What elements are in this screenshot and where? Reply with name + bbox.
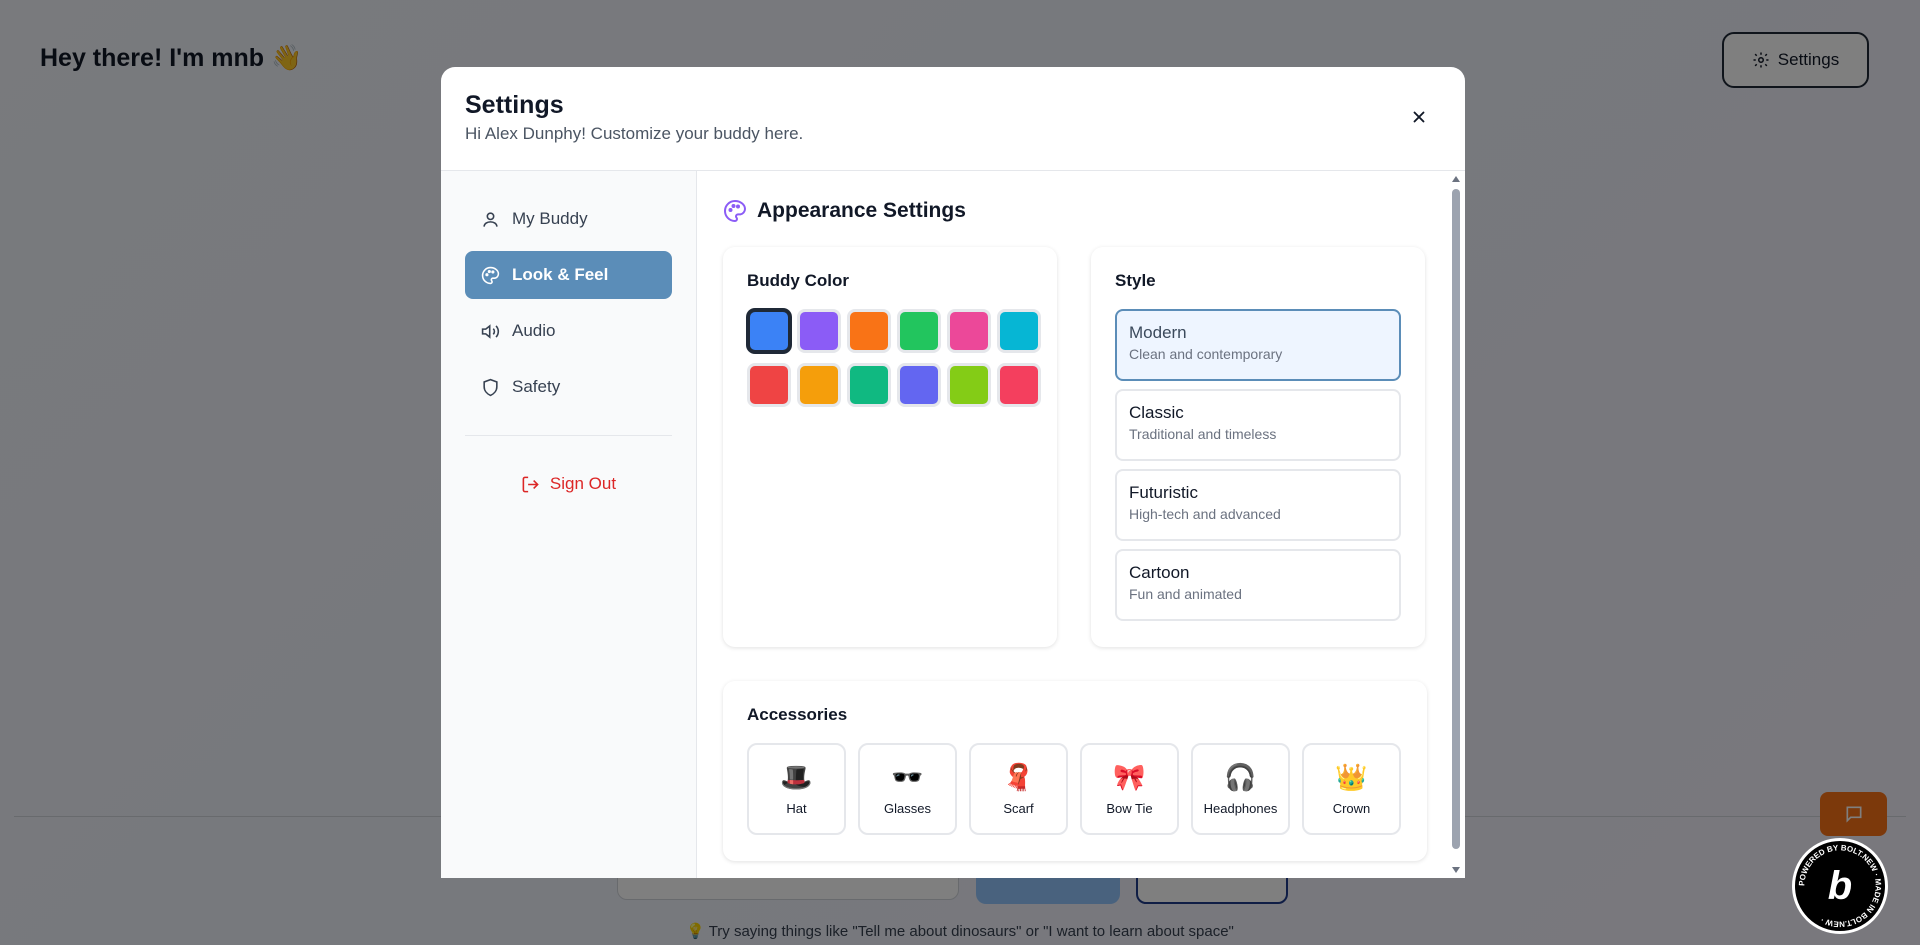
scroll-down-arrow[interactable] — [1452, 867, 1460, 873]
settings-modal: Settings Hi Alex Dunphy! Customize your … — [441, 67, 1465, 878]
color-swatch[interactable] — [847, 309, 891, 353]
color-swatch[interactable] — [947, 363, 991, 407]
accessory-hat[interactable]: 🎩 Hat — [747, 743, 846, 835]
cards-row: Buddy Color Style Modern Clean and conte… — [723, 247, 1425, 647]
color-swatch[interactable] — [797, 309, 841, 353]
modal-body: My Buddy Look & Feel Audio Safety Sign O… — [441, 171, 1465, 878]
style-option-modern[interactable]: Modern Clean and contemporary — [1115, 309, 1401, 381]
appearance-panel: Appearance Settings Buddy Color Style Mo… — [697, 171, 1465, 878]
style-option-name: Cartoon — [1129, 563, 1190, 582]
style-title: Style — [1115, 271, 1156, 290]
accessories-row: 🎩 Hat 🕶️ Glasses 🧣 Scarf 🎀 Bow Tie 🎧 Hea… — [747, 743, 1403, 835]
buddy-color-title: Buddy Color — [747, 271, 849, 290]
modal-title: Settings — [465, 91, 564, 119]
accessory-label: Crown — [1332, 800, 1371, 816]
accessory-crown[interactable]: 👑 Crown — [1302, 743, 1401, 835]
sidebar-item-look-feel[interactable]: Look & Feel — [465, 251, 672, 299]
color-swatch[interactable] — [847, 363, 891, 407]
buddy-color-card: Buddy Color — [723, 247, 1057, 647]
accessory-label: Glasses — [884, 800, 931, 816]
style-option-classic[interactable]: Classic Traditional and timeless — [1115, 389, 1401, 461]
style-option-cartoon[interactable]: Cartoon Fun and animated — [1115, 549, 1401, 621]
modal-subtitle: Hi Alex Dunphy! Customize your buddy her… — [465, 124, 804, 143]
close-icon — [1413, 111, 1425, 123]
accessory-label: Hat — [786, 800, 807, 816]
palette-icon — [724, 199, 747, 223]
close-button[interactable] — [1405, 103, 1433, 131]
accessory-scarf[interactable]: 🧣 Scarf — [969, 743, 1068, 835]
accessory-glasses[interactable]: 🕶️ Glasses — [858, 743, 957, 835]
style-option-name: Futuristic — [1129, 483, 1198, 502]
settings-sidebar: My Buddy Look & Feel Audio Safety Sign O… — [441, 171, 697, 878]
color-swatch[interactable] — [747, 309, 791, 353]
svg-text:POWERED BY BOLT.NEW · MADE IN: POWERED BY BOLT.NEW · MADE IN BOLT.NEW · — [1797, 843, 1882, 928]
color-swatch[interactable] — [947, 309, 991, 353]
ribbon-icon: 🎀 — [1113, 762, 1146, 793]
color-swatch[interactable] — [747, 363, 791, 407]
sidebar-item-label: My Buddy — [512, 209, 588, 228]
color-swatch[interactable] — [997, 309, 1041, 353]
sidebar-divider — [465, 435, 672, 436]
style-option-desc: Traditional and timeless — [1129, 426, 1277, 442]
style-option-name: Modern — [1129, 323, 1187, 342]
content-scrollbar[interactable] — [1449, 171, 1463, 878]
palette-icon — [481, 266, 500, 284]
sidebar-item-label: Safety — [512, 377, 561, 396]
style-option-desc: High-tech and advanced — [1129, 506, 1281, 522]
crown-icon: 👑 — [1335, 762, 1368, 793]
headphones-icon: 🎧 — [1224, 762, 1257, 793]
user-icon — [483, 211, 498, 227]
accessory-label: Headphones — [1203, 800, 1278, 816]
accessory-bow-tie[interactable]: 🎀 Bow Tie — [1080, 743, 1179, 835]
color-swatches — [747, 309, 1041, 407]
section-header: Appearance Settings — [723, 195, 1425, 227]
bolt-badge[interactable]: POWERED BY BOLT.NEW · MADE IN BOLT.NEW ·… — [1792, 838, 1888, 934]
scroll-up-arrow[interactable] — [1452, 176, 1460, 182]
accessory-headphones[interactable]: 🎧 Headphones — [1191, 743, 1290, 835]
style-card: Style Modern Clean and contemporary Clas… — [1091, 247, 1425, 647]
color-swatch[interactable] — [997, 363, 1041, 407]
style-option-name: Classic — [1129, 403, 1184, 422]
top-hat-icon: 🎩 — [780, 762, 813, 793]
logout-icon — [522, 476, 539, 492]
accessory-label: Scarf — [1003, 800, 1034, 816]
badge-ring-text: POWERED BY BOLT.NEW · MADE IN BOLT.NEW · — [1797, 843, 1882, 928]
accessory-label: Bow Tie — [1106, 800, 1153, 816]
sidebar-item-audio[interactable]: Audio — [465, 307, 672, 355]
sidebar-item-safety[interactable]: Safety — [465, 363, 672, 411]
sidebar-item-label: Audio — [512, 321, 556, 340]
sign-out-button[interactable]: Sign Out — [465, 460, 672, 508]
style-option-desc: Fun and animated — [1129, 586, 1242, 602]
scroll-thumb[interactable] — [1452, 189, 1460, 849]
modal-header: Settings Hi Alex Dunphy! Customize your … — [441, 67, 1465, 171]
color-swatch[interactable] — [897, 309, 941, 353]
scarf-icon: 🧣 — [1002, 762, 1035, 793]
accessories-title: Accessories — [747, 705, 848, 724]
sunglasses-icon: 🕶️ — [891, 762, 924, 793]
sign-out-label: Sign Out — [549, 474, 617, 493]
style-option-futuristic[interactable]: Futuristic High-tech and advanced — [1115, 469, 1401, 541]
sidebar-item-my-buddy[interactable]: My Buddy — [465, 195, 672, 243]
section-title: Appearance Settings — [757, 199, 966, 222]
color-swatch[interactable] — [797, 363, 841, 407]
color-swatch[interactable] — [897, 363, 941, 407]
sidebar-item-label: Look & Feel — [512, 265, 609, 284]
shield-icon — [483, 378, 498, 396]
speaker-icon — [481, 323, 500, 339]
style-option-desc: Clean and contemporary — [1129, 346, 1283, 362]
accessories-card: Accessories 🎩 Hat 🕶️ Glasses 🧣 Scarf 🎀 B… — [723, 681, 1427, 861]
